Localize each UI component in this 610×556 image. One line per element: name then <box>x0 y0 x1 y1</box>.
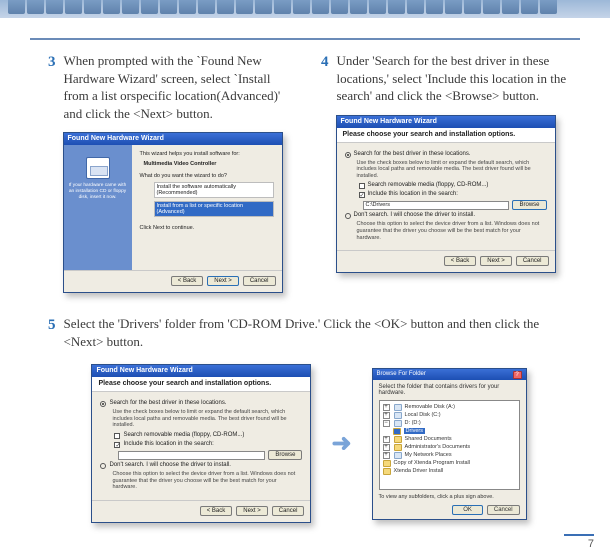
cancel-button: Cancel <box>487 505 520 515</box>
option-list-selected: Install from a list or specific location… <box>154 201 274 217</box>
check-include: Include this location in the search: <box>359 191 547 198</box>
radio-dont-search: Don't search. I will choose the driver t… <box>345 212 547 219</box>
window-titlebar: Found New Hardware Wizard <box>92 365 310 377</box>
wizard-screenshot-5a: Found New Hardware Wizard Please choose … <box>91 364 311 523</box>
step-3: 3 When prompted with the `Found New Hard… <box>48 52 297 122</box>
question-text: What do you want the wizard to do? <box>140 173 274 179</box>
tree-hint: To view any subfolders, click a plus sig… <box>379 494 520 500</box>
dont-subtext: Choose this option to select the device … <box>357 221 547 241</box>
path-field <box>118 451 265 460</box>
step-4: 4 Under 'Search for the best driver in t… <box>321 52 570 105</box>
browse-button: Browse <box>512 200 546 210</box>
cd-hint: If your hardware came with an installati… <box>64 183 132 200</box>
check-removable: Search removable media (floppy, CD-ROM..… <box>359 182 547 189</box>
wizard-screenshot-4: Found New Hardware Wizard Please choose … <box>336 115 556 274</box>
step-text: Select the 'Drivers' folder from 'CD-ROM… <box>64 315 571 350</box>
window-titlebar: Found New Hardware Wizard <box>337 116 555 128</box>
radio-search: Search for the best driver in these loca… <box>345 151 547 158</box>
browse-folder-dialog: Browse For Folder ? Select the folder th… <box>372 368 527 520</box>
path-field: C:\Drivers <box>363 201 510 210</box>
option-auto: Install the software automatically (Reco… <box>154 182 274 198</box>
dialog-prompt: Select the folder that contains drivers … <box>379 384 520 396</box>
intro-text: This wizard helps you install software f… <box>140 151 274 157</box>
wizard-header: Please choose your search and installati… <box>337 128 555 143</box>
hardware-icon <box>86 157 110 179</box>
cancel-button: Cancel <box>516 256 549 266</box>
next-button: Next > <box>480 256 512 266</box>
device-name: Multimedia Video Controller <box>144 161 274 167</box>
ok-button: OK <box>452 505 483 515</box>
window-titlebar: Found New Hardware Wizard <box>64 133 282 145</box>
next-button: Next > <box>236 506 268 516</box>
step-number: 4 <box>321 52 329 105</box>
step-number: 5 <box>48 315 56 350</box>
radio-search: Search for the best driver in these loca… <box>100 400 302 407</box>
dialog-title: Browse For Folder <box>377 371 426 380</box>
wizard-header: Please choose your search and installati… <box>92 377 310 392</box>
search-subtext: Use the check boxes below to limit or ex… <box>357 160 547 180</box>
page-number: 7 <box>564 534 594 550</box>
next-button: Next > <box>207 276 239 286</box>
step-number: 3 <box>48 52 56 122</box>
step-text: When prompted with the `Found New Hardwa… <box>64 52 298 122</box>
wizard-screenshot-3: Found New Hardware Wizard If your hardwa… <box>63 132 283 293</box>
divider <box>30 38 580 40</box>
continue-text: Click Next to continue. <box>140 225 274 231</box>
cancel-button: Cancel <box>243 276 276 286</box>
arrow-icon: ➜ <box>331 429 351 458</box>
step-5: 5 Select the 'Drivers' folder from 'CD-R… <box>48 315 570 350</box>
back-button: < Back <box>444 256 477 266</box>
cancel-button: Cancel <box>272 506 305 516</box>
drivers-folder-selected: Drivers <box>383 428 516 436</box>
step-text: Under 'Search for the best driver in the… <box>337 52 571 105</box>
back-button: < Back <box>171 276 204 286</box>
close-icon: ? <box>513 371 522 379</box>
browse-button: Browse <box>268 450 302 460</box>
back-button: < Back <box>200 506 233 516</box>
tab-strip <box>0 0 610 18</box>
folder-tree: +Removable Disk (A:) +Local Disk (C:) −D… <box>379 400 520 490</box>
